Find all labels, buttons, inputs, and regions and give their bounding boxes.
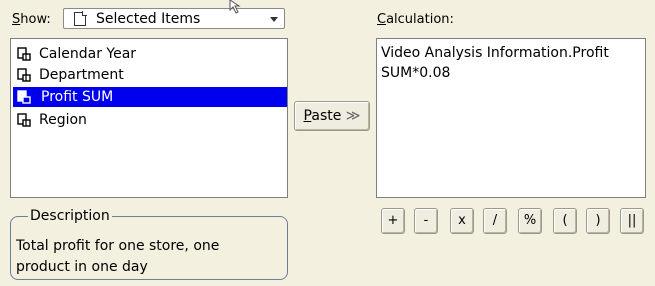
chevron-down-icon[interactable]	[270, 17, 278, 22]
field-icon	[17, 68, 31, 82]
operator-multiply-button[interactable]: x	[450, 208, 474, 234]
description-title: Description	[28, 208, 112, 224]
calculation-label: Calculation:	[377, 12, 454, 27]
paste-button-label: aste	[311, 108, 342, 124]
mouse-cursor-icon	[229, 0, 241, 14]
document-icon	[74, 11, 87, 26]
operator-plus-button[interactable]: +	[381, 208, 405, 234]
items-listbox[interactable]: Calendar Year Department Profit SUM Regi…	[10, 38, 288, 198]
paste-button[interactable]: Paste ≫	[294, 101, 370, 131]
list-item-label: Department	[39, 67, 124, 83]
list-item-label: Region	[39, 112, 87, 128]
operator-concat-button[interactable]: ||	[620, 208, 644, 234]
show-dropdown-value: Selected Items	[96, 11, 201, 27]
field-icon	[17, 90, 31, 104]
operator-percent-button[interactable]: %	[518, 208, 542, 234]
list-item-label: Profit SUM	[41, 89, 114, 105]
operator-open-paren-button[interactable]: (	[553, 208, 577, 234]
show-label: Show:	[12, 12, 51, 27]
list-item[interactable]: Calendar Year	[13, 44, 287, 64]
double-chevron-right-icon: ≫	[345, 108, 361, 124]
field-icon	[17, 47, 31, 61]
operator-divide-button[interactable]: /	[483, 208, 507, 234]
description-text: Total profit for one store, one product …	[16, 238, 220, 275]
operator-minus-button[interactable]: -	[414, 208, 438, 234]
field-icon	[17, 113, 31, 127]
calculation-textarea[interactable]: Video Analysis Information.Profit SUM*0.…	[376, 38, 646, 198]
list-item[interactable]: Region	[13, 110, 287, 130]
list-item-selected[interactable]: Profit SUM	[13, 87, 287, 107]
operator-close-paren-button[interactable]: )	[586, 208, 610, 234]
show-dropdown[interactable]: Selected Items	[63, 8, 285, 29]
list-item[interactable]: Department	[13, 65, 287, 85]
list-item-label: Calendar Year	[39, 46, 137, 62]
